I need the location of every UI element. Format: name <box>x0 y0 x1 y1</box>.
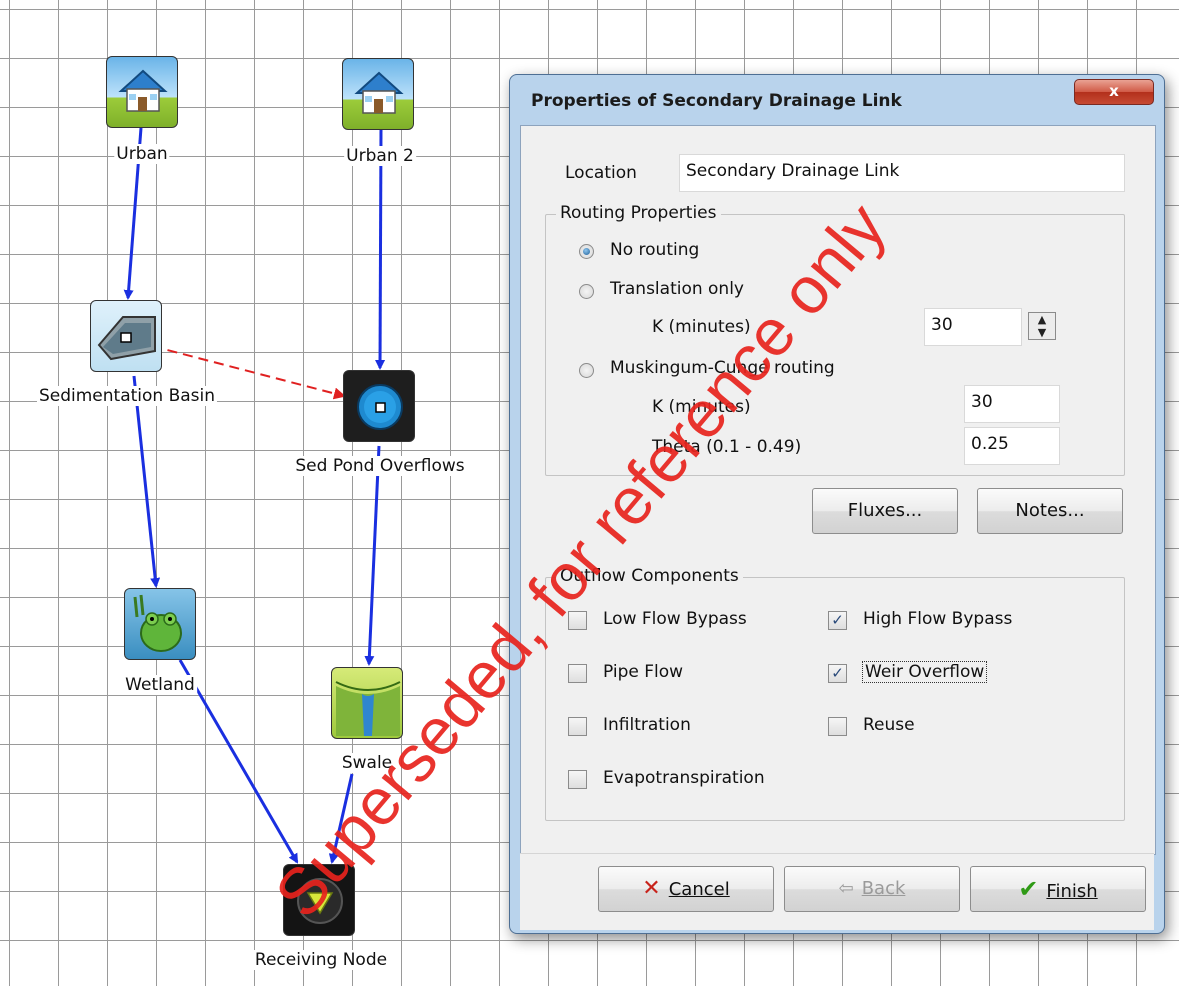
house-icon <box>354 71 404 114</box>
location-field[interactable]: Secondary Drainage Link <box>679 154 1125 192</box>
weir-overflow-checkbox[interactable]: ✓ <box>828 664 847 683</box>
outflow-components-group: Outflow Components Low Flow Bypass ✓ Hig… <box>545 566 1125 821</box>
back-arrow-icon: ⇦ <box>838 878 854 899</box>
theta-label: Theta (0.1 - 0.49) <box>652 437 802 457</box>
infiltration-checkbox[interactable] <box>568 717 587 736</box>
urban-node-label: Urban <box>114 144 170 164</box>
link-swale-to-receiving[interactable] <box>328 773 354 864</box>
pond-overflow-icon <box>357 384 403 430</box>
sedimentation-basin-node[interactable] <box>90 300 162 372</box>
link-wetland-to-receiving[interactable] <box>178 659 299 864</box>
translation-k-spinner[interactable]: ▲ ▼ <box>1028 312 1056 340</box>
infiltration-label[interactable]: Infiltration <box>603 715 691 735</box>
muskingum-k-label: K (minutes) <box>652 397 751 417</box>
cancel-button[interactable]: ✕ Cancel <box>598 866 774 912</box>
swale-icon <box>335 681 401 736</box>
high-flow-bypass-checkbox[interactable]: ✓ <box>828 611 847 630</box>
location-label: Location <box>565 163 637 183</box>
finish-check-icon: ✔ <box>1018 875 1039 903</box>
cancel-button-label: Cancel <box>668 879 730 900</box>
dialog-title: Properties of Secondary Drainage Link <box>531 91 902 111</box>
sedimentation-basin-label: Sedimentation Basin <box>36 386 218 406</box>
urban-node[interactable] <box>106 56 178 128</box>
finish-button[interactable]: ✔ Finish <box>970 866 1146 912</box>
evapotranspiration-label[interactable]: Evapotranspiration <box>603 768 765 788</box>
close-button[interactable]: x <box>1074 79 1154 105</box>
translation-k-input[interactable]: 30 <box>924 308 1022 346</box>
translation-only-radio[interactable] <box>579 284 594 299</box>
back-button-label: Back <box>861 878 906 899</box>
translation-only-label[interactable]: Translation only <box>610 279 744 299</box>
dialog-client-area: Location Secondary Drainage Link Routing… <box>520 125 1156 855</box>
house-icon <box>118 69 168 112</box>
swale-label: Swale <box>339 753 395 773</box>
routing-properties-group: Routing Properties No routing Translatio… <box>545 203 1125 476</box>
properties-dialog: Properties of Secondary Drainage Link x … <box>509 74 1165 934</box>
routing-properties-title: Routing Properties <box>556 203 721 223</box>
receiving-node-label: Receiving Node <box>252 950 390 970</box>
dialog-footer: ✕ Cancel ⇦ Back ✔ Finish <box>520 853 1154 930</box>
fluxes-button[interactable]: Fluxes... <box>812 488 958 534</box>
muskingum-k-input[interactable]: 30 <box>964 385 1060 423</box>
evapotranspiration-checkbox[interactable] <box>568 770 587 789</box>
no-routing-label[interactable]: No routing <box>610 240 699 260</box>
low-flow-bypass-checkbox[interactable] <box>568 611 587 630</box>
sed-pond-overflows-node[interactable] <box>343 370 415 442</box>
theta-input[interactable]: 0.25 <box>964 427 1060 465</box>
urban2-node-label: Urban 2 <box>344 146 416 166</box>
reuse-checkbox[interactable] <box>828 717 847 736</box>
pipe-flow-checkbox[interactable] <box>568 664 587 683</box>
notes-button[interactable]: Notes... <box>977 488 1123 534</box>
muskingum-cunge-label[interactable]: Muskingum-Cunge routing <box>610 358 835 378</box>
outflow-components-title: Outflow Components <box>556 566 743 586</box>
muskingum-cunge-radio[interactable] <box>579 363 594 378</box>
sedimentation-basin-icon <box>97 316 156 361</box>
link-sedimentation-to-wetland[interactable] <box>132 375 161 588</box>
link-sedpond-to-swale[interactable] <box>364 445 381 666</box>
finish-button-label: Finish <box>1046 881 1098 902</box>
reuse-label[interactable]: Reuse <box>863 715 915 735</box>
wetland-label: Wetland <box>123 675 197 695</box>
sed-pond-overflows-label: Sed Pond Overflows <box>293 456 467 476</box>
no-routing-radio[interactable] <box>579 244 594 259</box>
weir-overflow-label[interactable]: Weir Overflow <box>861 661 988 683</box>
swale-node[interactable] <box>331 667 403 739</box>
high-flow-bypass-label[interactable]: High Flow Bypass <box>863 609 1012 629</box>
wetland-node[interactable] <box>124 588 196 660</box>
back-button[interactable]: ⇦ Back <box>784 866 960 912</box>
urban2-node[interactable] <box>342 58 414 130</box>
low-flow-bypass-label[interactable]: Low Flow Bypass <box>603 609 747 629</box>
receiving-node-icon <box>297 878 343 924</box>
pipe-flow-label[interactable]: Pipe Flow <box>603 662 683 682</box>
receiving-node[interactable] <box>283 864 355 936</box>
frog-icon <box>133 594 182 652</box>
cancel-x-icon: ✕ <box>642 876 661 901</box>
translation-k-label: K (minutes) <box>652 317 751 337</box>
